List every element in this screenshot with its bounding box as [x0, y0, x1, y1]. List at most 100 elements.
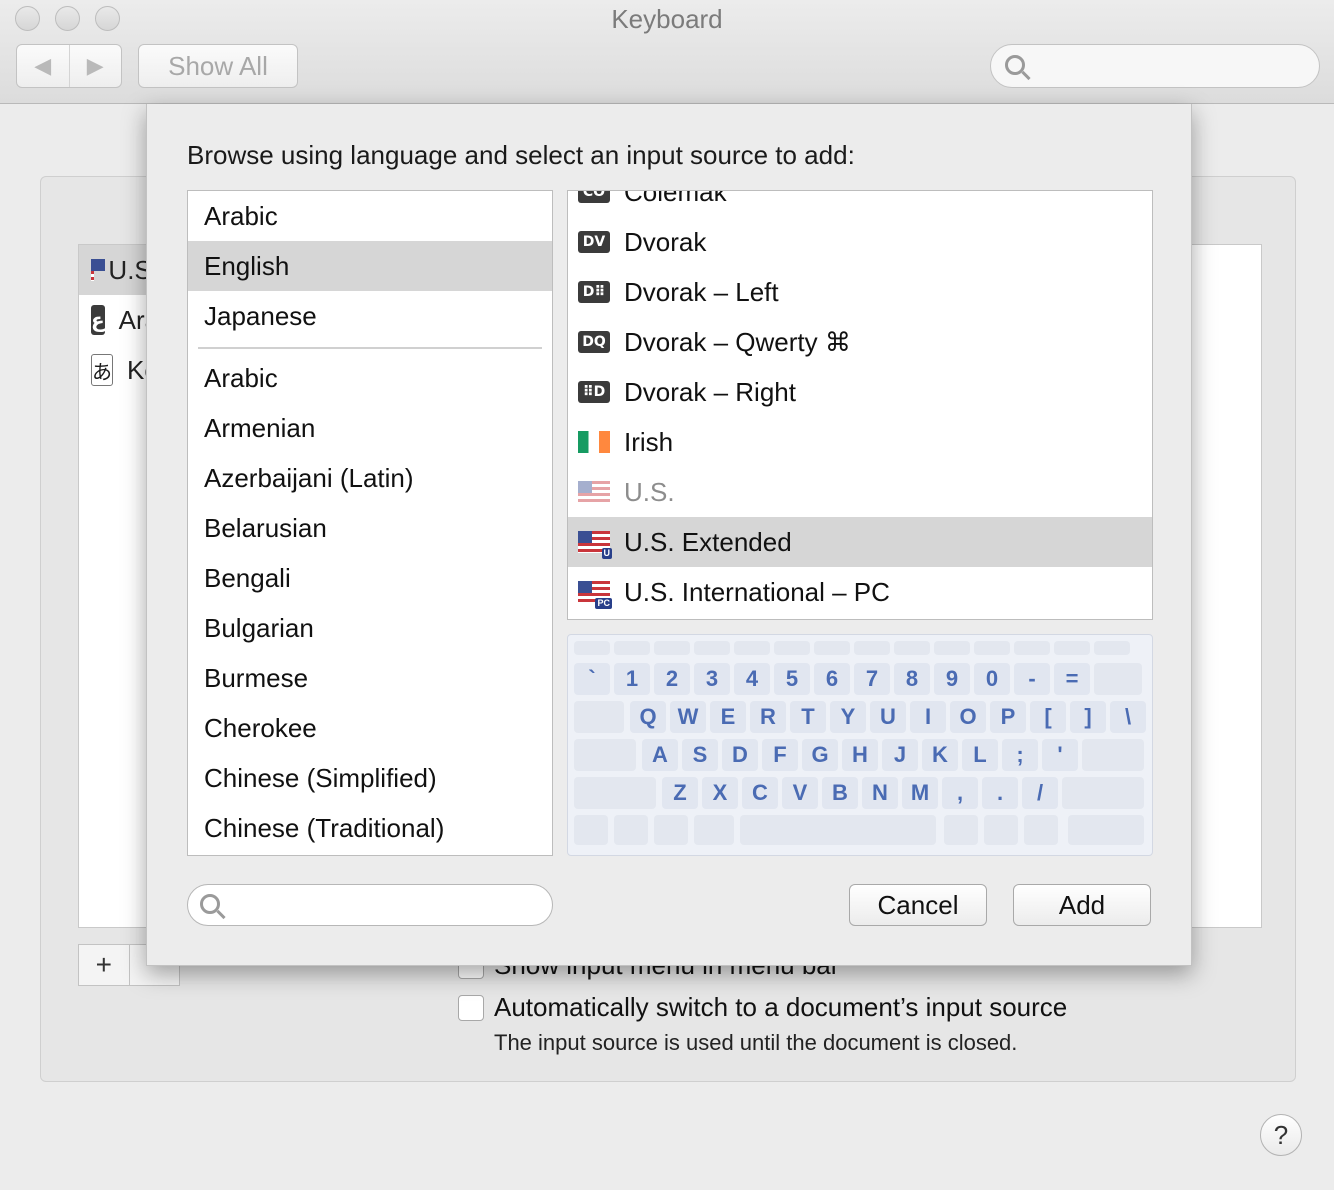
keyboard-key: Z [662, 777, 698, 809]
auto-switch-checkbox[interactable] [458, 994, 484, 1021]
keyboard-blank-key [574, 777, 656, 809]
keyboard-key: Q [630, 701, 666, 733]
source-label: U.S. [624, 476, 675, 507]
auto-switch-note: The input source is used until the docum… [494, 1030, 1018, 1055]
source-item[interactable]: CO Colemak [568, 190, 1152, 217]
language-item[interactable]: Azerbaijani (Latin) [188, 453, 552, 503]
add-input-source-sheet: Browse using language and select an inpu… [146, 104, 1192, 966]
keyboard-blank-key [1094, 663, 1142, 695]
keyboard-key: E [710, 701, 746, 733]
keyboard-blank-key [984, 815, 1018, 845]
language-search-field[interactable] [187, 884, 553, 926]
language-item[interactable]: Chinese (Simplified) [188, 753, 552, 803]
keyboard-blank-key [734, 641, 770, 655]
keyboard-key: 4 [734, 663, 770, 695]
arabic-letter-icon: ع [91, 305, 105, 335]
auto-switch-option[interactable]: Automatically switch to a document’s inp… [458, 992, 1067, 1023]
keyboard-key: J [882, 739, 918, 771]
back-forward-group: ◀ ▶ [16, 44, 122, 88]
keyboard-key: ] [1070, 701, 1106, 733]
add-button[interactable]: Add [1013, 884, 1151, 926]
source-label: Dvorak – Qwerty ⌘ [624, 326, 851, 357]
source-item[interactable]: D⠿ Dvorak – Left [568, 267, 1152, 317]
keyboard-blank-key [1024, 815, 1058, 845]
forward-button[interactable]: ▶ [68, 45, 122, 87]
show-all-button[interactable]: Show All [138, 44, 298, 88]
add-input-source-button[interactable]: + [79, 945, 129, 985]
preferences-search-field[interactable] [990, 44, 1320, 88]
language-item[interactable]: Bulgarian [188, 603, 552, 653]
language-item[interactable]: Cherokee [188, 703, 552, 753]
source-item[interactable]: DV Dvorak [568, 217, 1152, 267]
language-item[interactable]: Bengali [188, 553, 552, 603]
keyboard-key: 5 [774, 663, 810, 695]
dvorak-right-badge-icon: ⠿D [578, 381, 610, 403]
language-item[interactable]: Burmese [188, 653, 552, 703]
cancel-button[interactable]: Cancel [849, 884, 987, 926]
keyboard-key: Y [830, 701, 866, 733]
keyboard-blank-key [934, 641, 970, 655]
source-item[interactable]: PC U.S. International – PC [568, 567, 1152, 617]
hiragana-icon: あ [91, 354, 113, 386]
keyboard-key: W [670, 701, 706, 733]
keyboard-blank-key [974, 641, 1010, 655]
input-source-options-list[interactable]: CO Colemak DV Dvorak D⠿ Dvorak – Left DQ… [567, 190, 1153, 620]
us-extended-flag-icon: U [578, 531, 612, 559]
keyboard-blank-key [1062, 777, 1144, 809]
keyboard-key: 6 [814, 663, 850, 695]
language-list[interactable]: Arabic English Japanese Arabic Armenian … [187, 190, 553, 856]
keyboard-key: B [822, 777, 858, 809]
source-label: Dvorak [624, 226, 707, 257]
search-icon [200, 894, 220, 914]
keyboard-key: 7 [854, 663, 890, 695]
sheet-prompt: Browse using language and select an inpu… [187, 140, 855, 170]
source-item[interactable]: DQ Dvorak – Qwerty ⌘ [568, 317, 1152, 367]
keyboard-key: R [750, 701, 786, 733]
source-item-selected[interactable]: U U.S. Extended [568, 517, 1152, 567]
keyboard-blank-key [894, 641, 930, 655]
keyboard-key: S [682, 739, 718, 771]
back-arrow-icon: ◀ [34, 53, 52, 78]
keyboard-key: ; [1002, 739, 1038, 771]
window-title: Keyboard [611, 4, 723, 34]
search-icon [1005, 55, 1025, 75]
source-item[interactable]: Irish [568, 417, 1152, 467]
keyboard-blank-key [1014, 641, 1050, 655]
language-item[interactable]: Belarusian [188, 503, 552, 553]
us-international-flag-icon: PC [578, 581, 612, 609]
dvorak-badge-icon: DV [578, 231, 610, 253]
language-item[interactable]: Japanese [188, 291, 552, 341]
title-bar: Keyboard ◀ ▶ Show All [0, 0, 1334, 104]
keyboard-key: O [950, 701, 986, 733]
language-item[interactable]: Arabic [188, 353, 552, 403]
keyboard-blank-key [654, 641, 690, 655]
keyboard-key: ' [1042, 739, 1078, 771]
source-item-disabled: U.S. [568, 467, 1152, 517]
keyboard-blank-key [1094, 641, 1130, 655]
keyboard-key: 0 [974, 663, 1010, 695]
back-button[interactable]: ◀ [17, 45, 69, 87]
keyboard-blank-key [574, 815, 608, 845]
keyboard-key: / [1022, 777, 1058, 809]
keyboard-key: N [862, 777, 898, 809]
source-label: U.S. International – PC [624, 576, 890, 607]
keyboard-key: X [702, 777, 738, 809]
keyboard-blank-key [854, 641, 890, 655]
language-item-selected[interactable]: English [188, 241, 552, 291]
language-item[interactable]: Arabic [188, 191, 552, 241]
keyboard-blank-key [574, 739, 636, 771]
help-button[interactable]: ? [1260, 1114, 1302, 1156]
keyboard-key: L [962, 739, 998, 771]
keyboard-key: [ [1030, 701, 1066, 733]
source-label: Colemak [624, 190, 727, 207]
keyboard-key: C [742, 777, 778, 809]
pc-badge: PC [595, 598, 612, 609]
language-item[interactable]: Chinese (Traditional) [188, 803, 552, 853]
dvorak-left-badge-icon: D⠿ [578, 281, 610, 303]
keyboard-key: I [910, 701, 946, 733]
keyboard-blank-key [694, 815, 734, 845]
keyboard-blank-key [574, 701, 624, 733]
source-item[interactable]: ⠿D Dvorak – Right [568, 367, 1152, 417]
language-item[interactable]: Armenian [188, 403, 552, 453]
us-flag-icon [91, 259, 107, 281]
